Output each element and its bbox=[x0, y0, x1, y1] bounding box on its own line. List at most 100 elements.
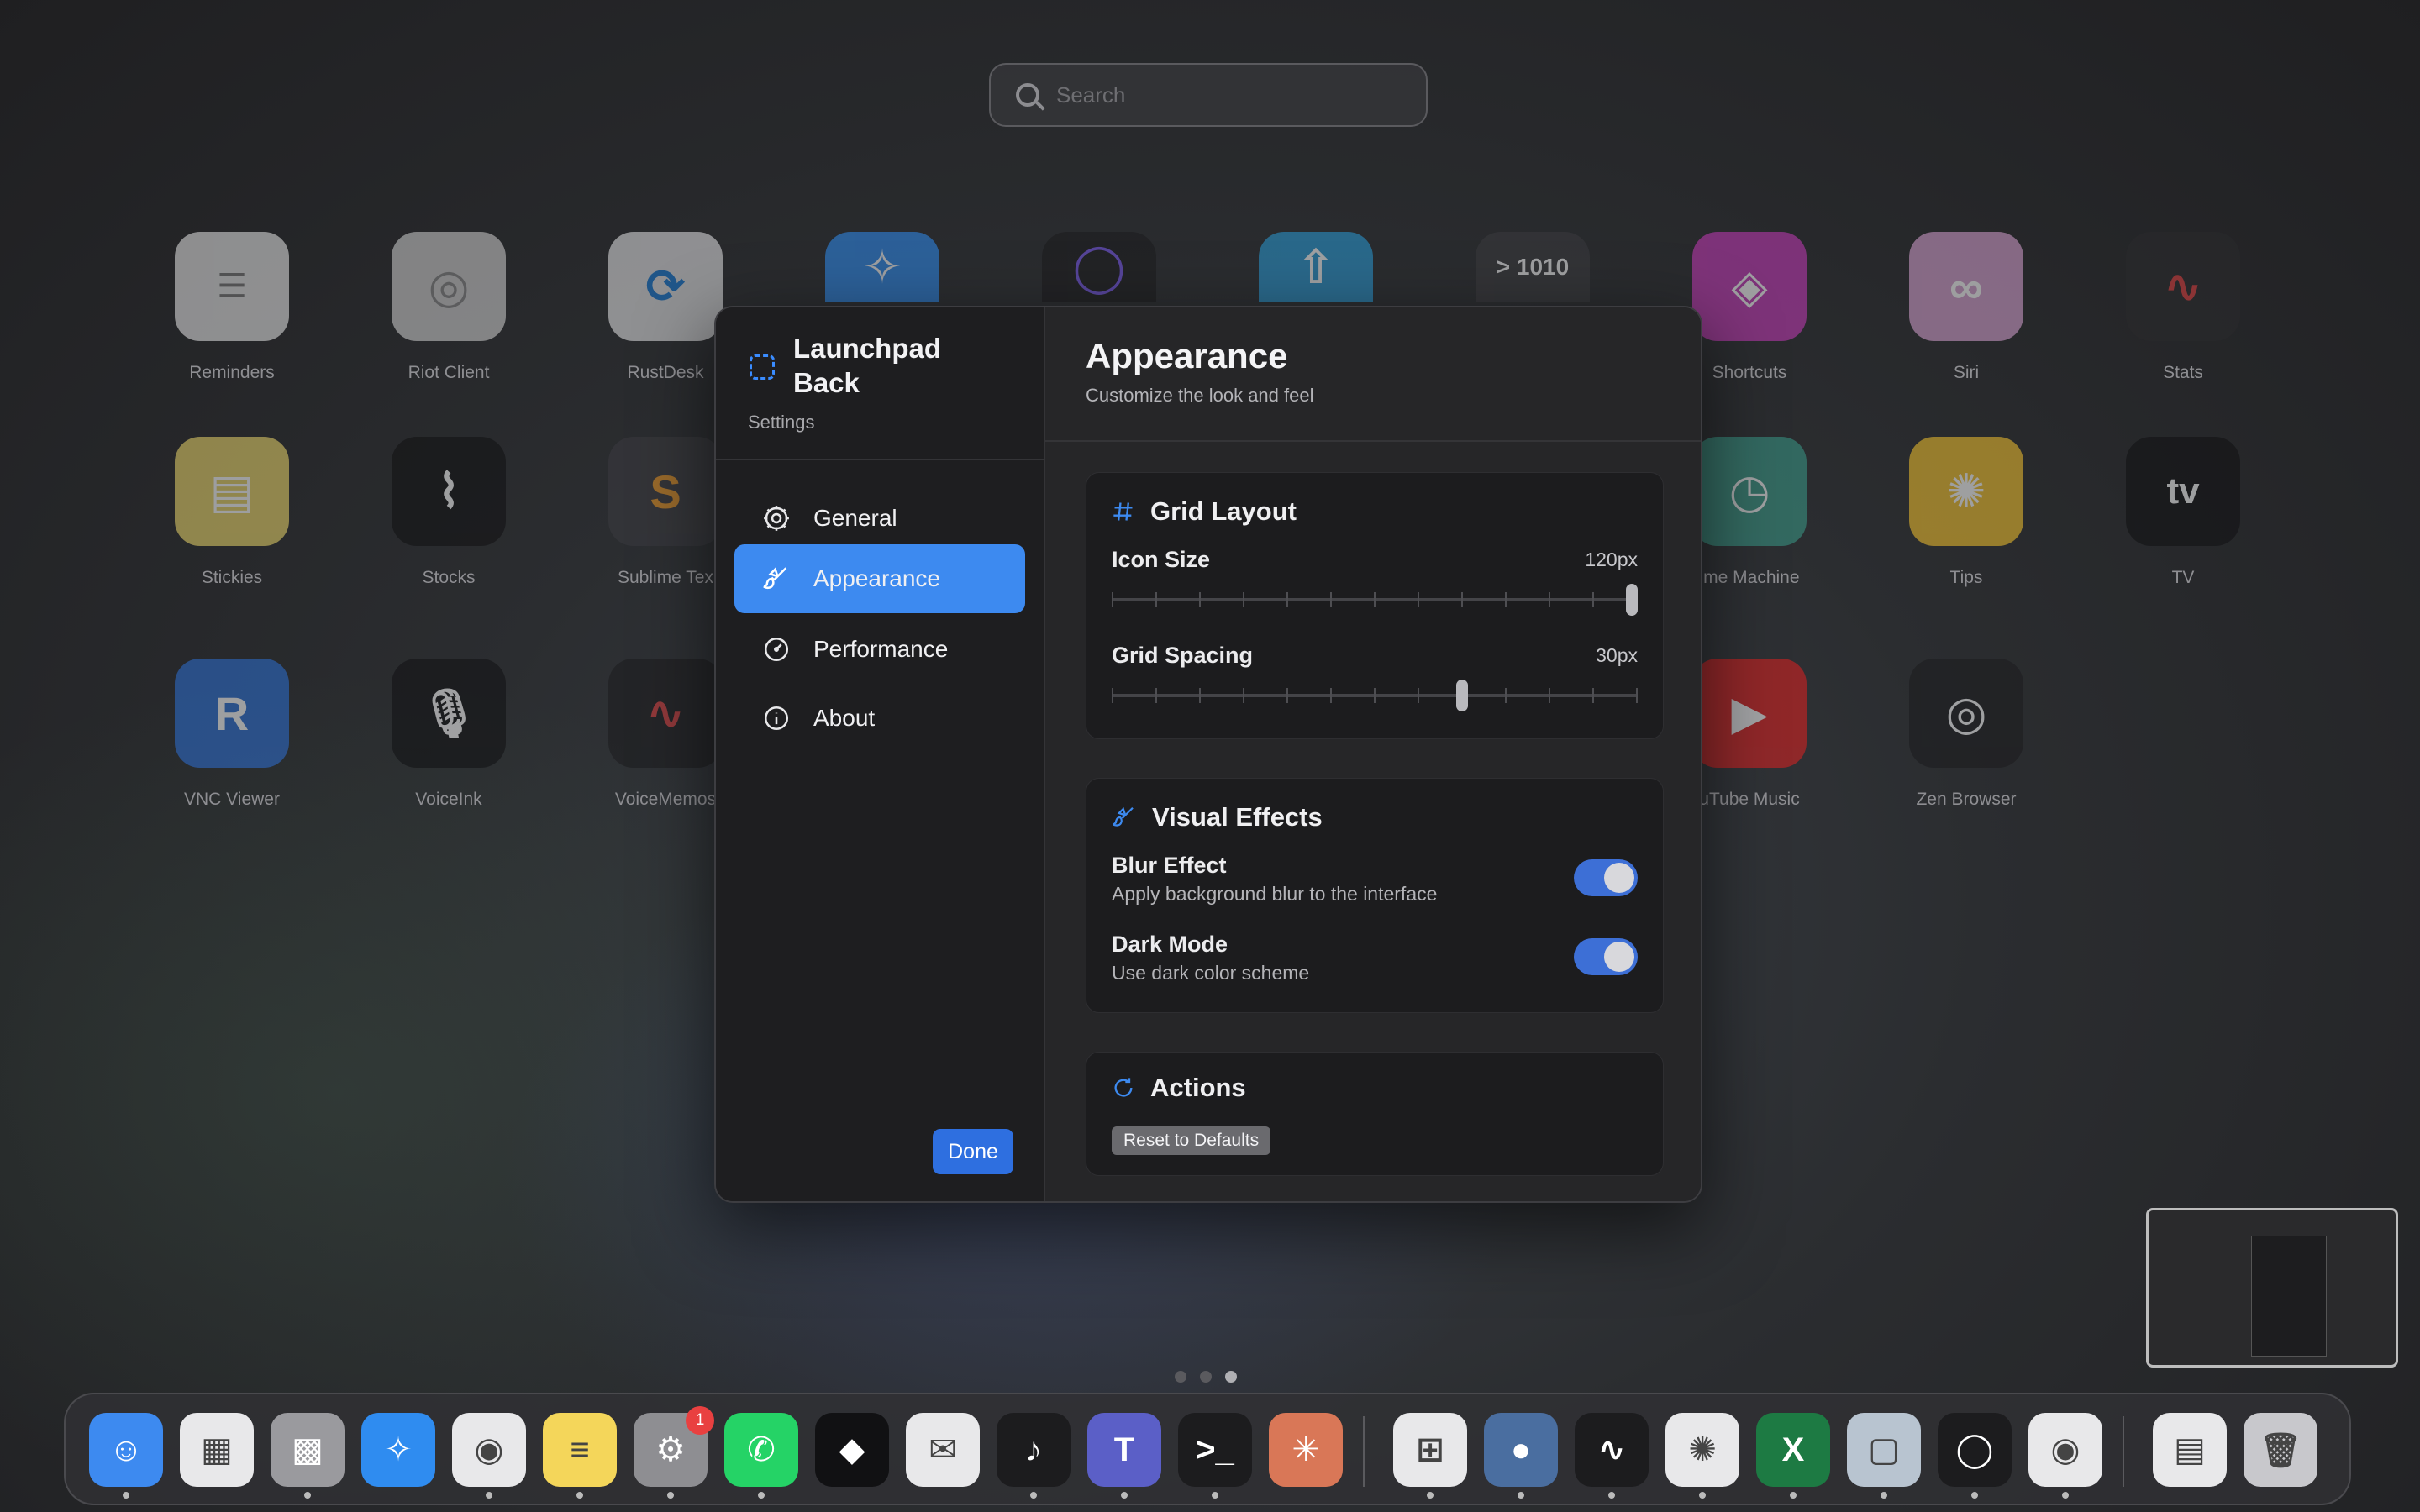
search-bar[interactable] bbox=[989, 63, 1428, 127]
network-app-icon[interactable]: ● bbox=[1484, 1413, 1558, 1487]
done-button[interactable]: Done bbox=[933, 1129, 1013, 1174]
slider-tick bbox=[1549, 688, 1550, 703]
speedometer-icon bbox=[761, 634, 792, 664]
system-settings-icon[interactable]: ⚙ 1 bbox=[634, 1406, 714, 1487]
visual-effects-card: Visual Effects Blur Effect Apply backgro… bbox=[1086, 778, 1664, 1013]
slider-thumb[interactable] bbox=[1456, 680, 1469, 711]
windows-app-icon[interactable]: ⊞ bbox=[1393, 1413, 1467, 1487]
app-label: Siri bbox=[1953, 363, 1980, 382]
app-voiceink[interactable]: 🎙 VoiceInk bbox=[348, 659, 550, 810]
dark-mode-toggle[interactable] bbox=[1574, 938, 1638, 975]
icon-size-slider[interactable] bbox=[1112, 584, 1638, 616]
claude-icon[interactable]: ✳ bbox=[1269, 1413, 1343, 1487]
search-input[interactable] bbox=[1056, 81, 1409, 108]
slider-tick bbox=[1199, 592, 1201, 607]
reset-defaults-button[interactable]: Reset to Defaults bbox=[1112, 1126, 1271, 1155]
actions-title: Actions bbox=[1112, 1073, 1246, 1103]
time-machine-icon: ◷ bbox=[1692, 437, 1807, 546]
app-stats[interactable]: ∿ Stats bbox=[2082, 232, 2284, 383]
app-label: TV bbox=[2171, 568, 2195, 587]
sublime-text-icon: S bbox=[608, 437, 723, 546]
app-riot-client[interactable]: ◎ Riot Client bbox=[348, 232, 550, 383]
stocks-icon: ⌇ bbox=[392, 437, 506, 546]
app-label: Zen Browser bbox=[1916, 790, 2017, 809]
main-header: Appearance Customize the look and feel bbox=[1045, 307, 1701, 442]
app-label: Stats bbox=[2163, 363, 2203, 382]
sidebar-item-about[interactable]: About bbox=[734, 684, 1025, 753]
grid-hash-icon bbox=[1112, 500, 1135, 523]
dock: ☺ ▦ ▩ ✧ ◉ ≡ ⚙ 1 ✆ ◆ ✉ ♪ T >_ ✳ ⊞ ● ∿ ✺ X ▢ ◯ ◉ ▤ 🗑 bbox=[64, 1393, 2351, 1505]
slider-tick bbox=[1112, 688, 1113, 703]
slider-tick bbox=[1199, 688, 1201, 703]
app-terminal-binary[interactable]: > 1010 bbox=[1432, 232, 1634, 302]
sidebar-item-appearance[interactable]: Appearance bbox=[734, 544, 1025, 613]
page-dot[interactable] bbox=[1200, 1371, 1212, 1383]
waveform-icon: ∿ bbox=[608, 659, 723, 768]
running-indicator bbox=[1518, 1492, 1524, 1499]
slider-tick bbox=[1330, 592, 1332, 607]
launchpad-grid-icon[interactable]: ▩ bbox=[271, 1413, 345, 1487]
terminal-icon[interactable]: >_ bbox=[1178, 1413, 1252, 1487]
chrome-dock-icon[interactable]: ◉ bbox=[2028, 1413, 2102, 1487]
notes-icon[interactable]: ≡ bbox=[543, 1413, 617, 1487]
page-dot-current[interactable] bbox=[1225, 1371, 1237, 1383]
sidebar-item-label: About bbox=[813, 705, 876, 731]
sidebar-item-general[interactable]: General bbox=[734, 484, 1025, 553]
mail-icon[interactable]: ✉ bbox=[906, 1413, 980, 1487]
app-tips[interactable]: ✺ Tips bbox=[1865, 437, 2067, 588]
app-vnc-viewer[interactable]: R VNC Viewer bbox=[131, 659, 333, 810]
voiceink-dock-icon[interactable]: ♪ bbox=[997, 1413, 1071, 1487]
app-stickies[interactable]: ▤ Stickies bbox=[131, 437, 333, 588]
slider-thumb[interactable] bbox=[1626, 584, 1638, 616]
launchpad-icon[interactable]: ▦ bbox=[180, 1413, 254, 1487]
card-title-text: Visual Effects bbox=[1152, 802, 1323, 832]
zen-dock-icon[interactable]: ◯ bbox=[1938, 1413, 2012, 1487]
stats-icon: ∿ bbox=[2126, 232, 2240, 341]
finder-icon[interactable]: ☺ bbox=[89, 1413, 163, 1487]
window-thumbnail[interactable] bbox=[2146, 1208, 2398, 1368]
info-icon bbox=[761, 703, 792, 733]
app-zen[interactable]: ◯ bbox=[998, 232, 1200, 302]
app-siri[interactable]: ∞ Siri bbox=[1865, 232, 2067, 383]
app-upload[interactable]: ⇧ bbox=[1215, 232, 1417, 302]
slider-tick bbox=[1636, 688, 1638, 703]
card-title-text: Grid Layout bbox=[1150, 496, 1297, 526]
stickies-icon: ▤ bbox=[175, 437, 289, 546]
preview-app-icon[interactable]: ▢ bbox=[1847, 1413, 1921, 1487]
rustdesk-icon: ⟳ bbox=[608, 232, 723, 341]
chatgpt-icon[interactable]: ✺ bbox=[1665, 1413, 1739, 1487]
shortcuts-icon: ◈ bbox=[1692, 232, 1807, 341]
slider-tick bbox=[1418, 592, 1419, 607]
app-zen-browser[interactable]: ◎ Zen Browser bbox=[1865, 659, 2067, 810]
chrome-icon[interactable]: ◉ bbox=[452, 1413, 526, 1487]
app-reminders[interactable]: ☰ Reminders bbox=[131, 232, 333, 383]
lightbulb-icon: ✺ bbox=[1909, 437, 2023, 546]
grid-spacing-slider[interactable] bbox=[1112, 680, 1638, 711]
sidebar-item-performance[interactable]: Performance bbox=[734, 615, 1025, 684]
teams-icon[interactable]: T bbox=[1087, 1413, 1161, 1487]
activity-monitor-icon[interactable]: ∿ bbox=[1575, 1413, 1649, 1487]
actions-card: Actions Reset to Defaults bbox=[1086, 1052, 1664, 1176]
running-indicator bbox=[1030, 1492, 1037, 1499]
gear-icon bbox=[761, 503, 792, 533]
dock-separator bbox=[1363, 1416, 1365, 1487]
thumbnail-dialog bbox=[2251, 1236, 2327, 1357]
excel-icon[interactable]: X bbox=[1756, 1413, 1830, 1487]
downloads-icon[interactable]: ▤ bbox=[2153, 1413, 2227, 1487]
grid-spacing-label: Grid Spacing bbox=[1112, 643, 1254, 668]
app-stocks[interactable]: ⌇ Stocks bbox=[348, 437, 550, 588]
app-safari[interactable]: ✧ bbox=[781, 232, 983, 302]
app-label: VoiceInk bbox=[415, 790, 482, 809]
app-tv[interactable]: tv TV bbox=[2082, 437, 2284, 588]
page-dot[interactable] bbox=[1175, 1371, 1186, 1383]
trash-icon[interactable]: 🗑 bbox=[2244, 1413, 2317, 1487]
app-subtitle: Settings bbox=[748, 412, 815, 433]
safari-icon[interactable]: ✧ bbox=[361, 1413, 435, 1487]
whatsapp-icon[interactable]: ✆ bbox=[724, 1413, 798, 1487]
app-label: VNC Viewer bbox=[184, 790, 280, 809]
cube-app-icon[interactable]: ◆ bbox=[815, 1413, 889, 1487]
running-indicator bbox=[2062, 1492, 2069, 1499]
running-indicator bbox=[1790, 1492, 1797, 1499]
blur-effect-toggle[interactable] bbox=[1574, 859, 1638, 896]
search-icon bbox=[1016, 83, 1039, 107]
